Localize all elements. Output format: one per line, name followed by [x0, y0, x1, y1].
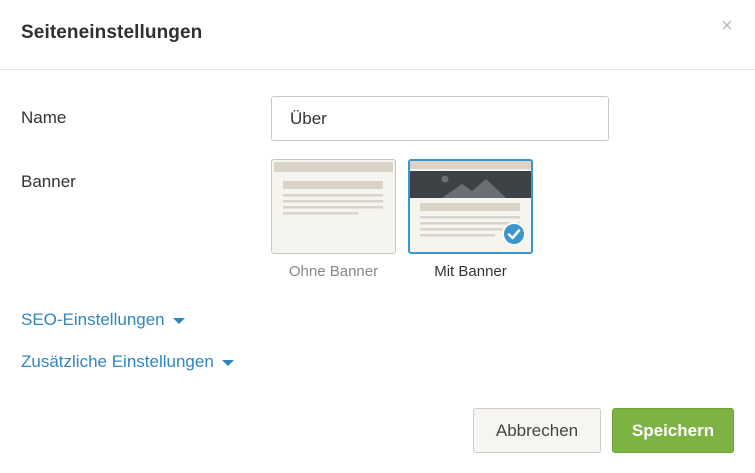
selected-check-icon: [502, 222, 526, 246]
banner-option-none-label: Ohne Banner: [288, 263, 379, 280]
save-button[interactable]: Speichern: [612, 408, 734, 453]
seo-settings-toggle[interactable]: SEO-Einstellungen: [21, 310, 185, 330]
page-settings-dialog: Seiteneinstellungen × Name Banner: [0, 0, 755, 473]
additional-settings-label: Zusätzliche Einstellungen: [21, 352, 214, 371]
additional-settings-toggle[interactable]: Zusätzliche Einstellungen: [21, 352, 234, 372]
name-label: Name: [21, 108, 67, 127]
close-icon[interactable]: ×: [717, 16, 737, 36]
banner-label: Banner: [21, 172, 76, 191]
caret-down-icon: [172, 318, 185, 324]
layout-without-banner-icon: [274, 162, 393, 215]
caret-down-icon: [221, 360, 234, 366]
name-input[interactable]: [271, 96, 609, 141]
dialog-header: Seiteneinstellungen ×: [0, 0, 755, 70]
banner-option-none[interactable]: [271, 159, 396, 254]
dialog-title: Seiteneinstellungen: [21, 22, 203, 43]
seo-settings-label: SEO-Einstellungen: [21, 310, 165, 329]
cancel-button[interactable]: Abbrechen: [473, 408, 601, 453]
banner-option-with-label: Mit Banner: [434, 263, 507, 280]
